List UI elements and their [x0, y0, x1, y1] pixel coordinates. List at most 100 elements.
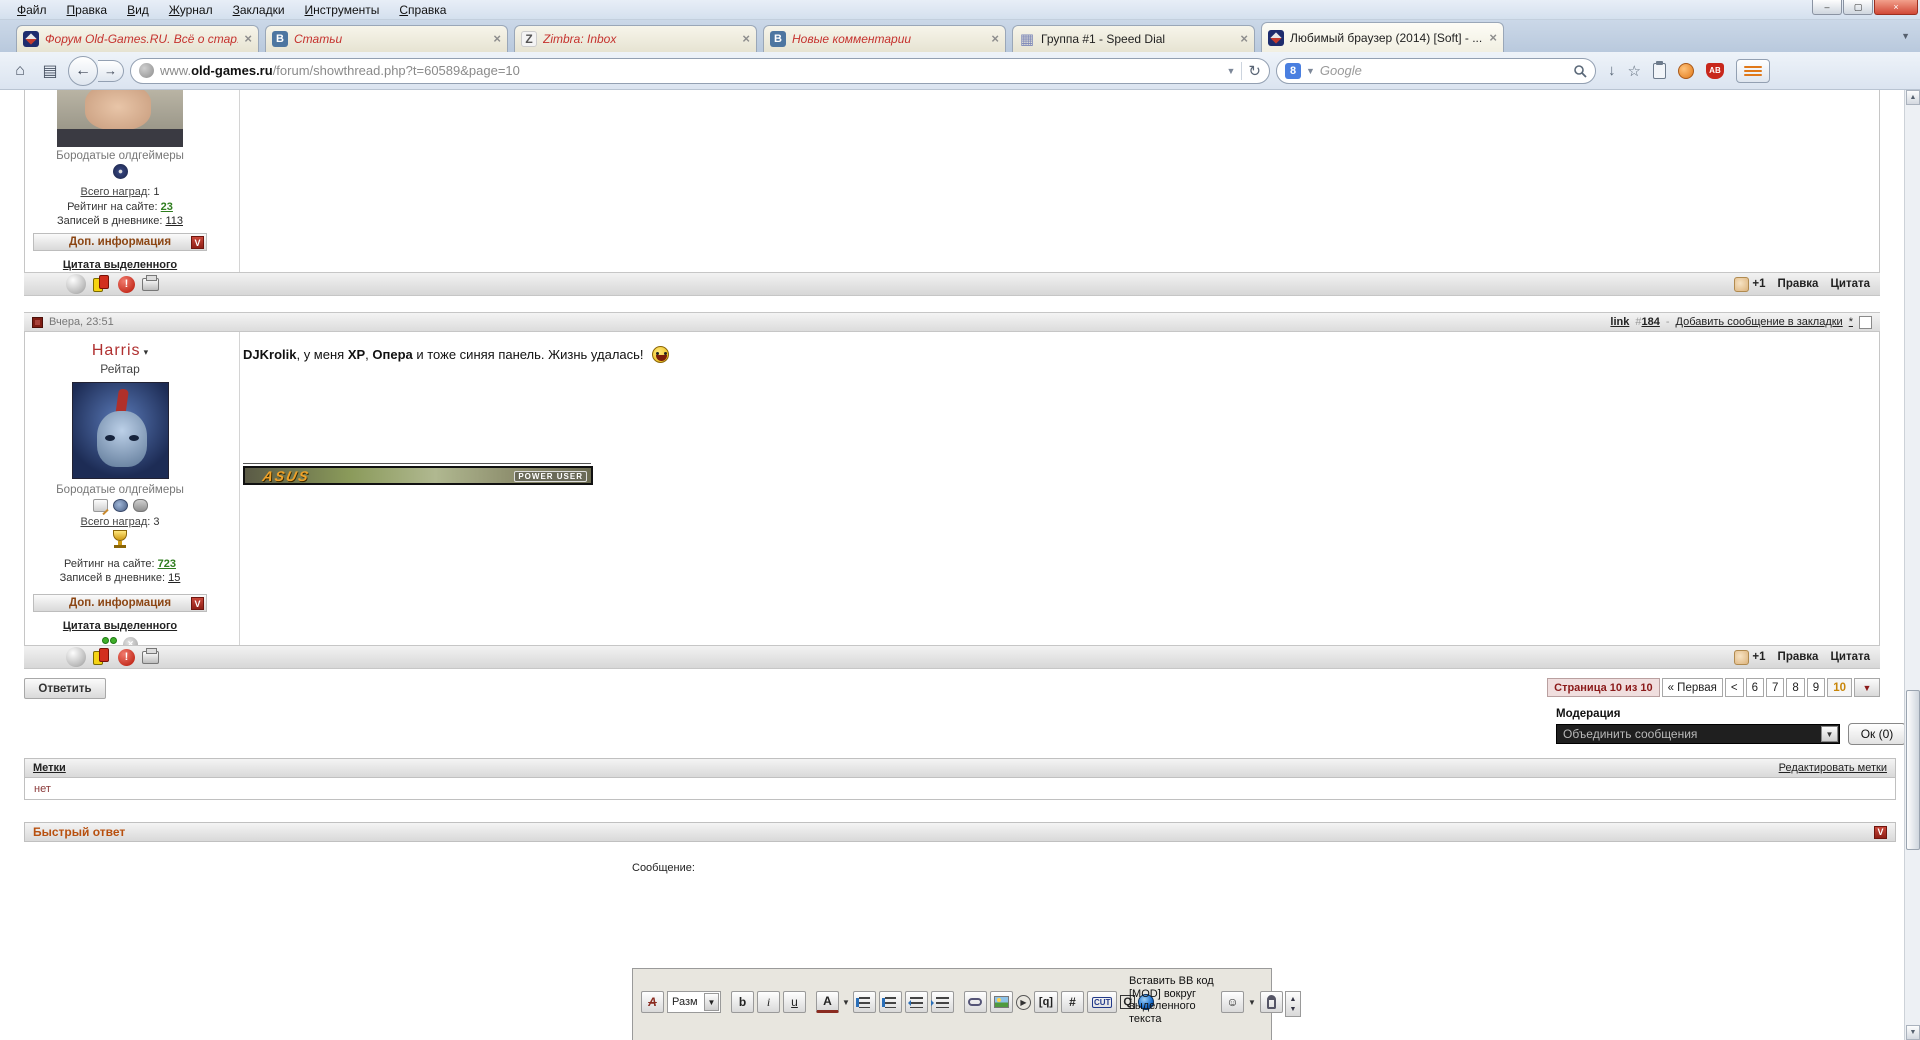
close-window-button[interactable]: ×	[1874, 0, 1918, 15]
indent-button[interactable]	[930, 991, 954, 1013]
clipboard-addon-icon[interactable]	[1652, 60, 1666, 79]
gamepad-icon[interactable]	[132, 499, 148, 512]
close-icon[interactable]: ×	[991, 32, 999, 45]
first-page-button[interactable]: « Первая	[1661, 678, 1723, 697]
collapse-icon[interactable]: V	[1874, 825, 1887, 839]
underline-button[interactable]: u	[783, 991, 806, 1013]
quote-bbcode-button[interactable]: [q]	[1033, 991, 1058, 1013]
username-link[interactable]: Harris	[92, 342, 141, 359]
awards-link[interactable]: Всего наград	[80, 186, 147, 198]
collapse-icon[interactable]: V	[191, 597, 204, 610]
italic-button[interactable]: i	[757, 991, 780, 1013]
quote-button[interactable]: Цитата	[1830, 278, 1870, 290]
moderation-ok-button[interactable]: Ок (0)	[1848, 723, 1904, 745]
close-icon[interactable]: ×	[244, 32, 252, 45]
list-all-tabs-icon[interactable]: ▼	[1901, 31, 1910, 41]
page-jump-dropdown[interactable]: ▼	[1854, 678, 1880, 697]
font-color-button[interactable]: A	[816, 991, 839, 1013]
avatar[interactable]	[71, 382, 169, 479]
cut-bbcode-button[interactable]: CUT	[1086, 991, 1118, 1013]
page-10-current[interactable]: 10	[1827, 678, 1852, 697]
menu-view[interactable]: Вид	[118, 1, 158, 19]
reply-button[interactable]: Ответить	[24, 678, 106, 699]
tags-title-link[interactable]: Метки	[33, 762, 66, 774]
plus-one-button[interactable]: +1	[1734, 649, 1766, 665]
post-link[interactable]: link	[1610, 316, 1629, 328]
tab-speed-dial[interactable]: ▦ Группа #1 - Speed Dial ×	[1012, 25, 1255, 52]
orange-addon-icon[interactable]	[1677, 62, 1694, 79]
page-8-button[interactable]: 8	[1786, 678, 1805, 697]
page-9-button[interactable]: 9	[1806, 678, 1826, 697]
page-7-button[interactable]: 7	[1765, 678, 1785, 697]
search-bar[interactable]: 8 ▼ Google	[1276, 57, 1596, 84]
insert-image-button[interactable]	[989, 991, 1013, 1013]
minimize-button[interactable]: –	[1812, 0, 1842, 15]
close-icon[interactable]: ×	[742, 32, 750, 45]
maximize-button[interactable]: ▢	[1843, 0, 1873, 15]
editor-resize-control[interactable]: ▲ ▼	[1285, 991, 1301, 1017]
tab-articles[interactable]: B Статьи ×	[265, 25, 508, 52]
code-bbcode-button[interactable]: #	[1060, 991, 1084, 1013]
edit-tags-link[interactable]: Редактировать метки	[1779, 762, 1887, 774]
tab-new-comments[interactable]: B Новые комментарии ×	[763, 25, 1006, 52]
downloads-icon[interactable]: ↓	[1608, 62, 1616, 79]
remove-format-button[interactable]: A	[641, 991, 664, 1013]
tab-favorite-browser-active[interactable]: Любимый браузер (2014) [Soft] - ... ×	[1261, 22, 1504, 52]
quote-selected-link[interactable]: Цитата выделенного	[63, 620, 177, 632]
quote-selected-link[interactable]: Цитата выделенного	[63, 259, 177, 271]
rating-link[interactable]: 723	[158, 558, 176, 570]
smilies-button[interactable]: ☺	[1221, 991, 1244, 1013]
bookmark-star-icon[interactable]: ☆	[1628, 62, 1641, 80]
bookmarks-sidebar-icon[interactable]: ▤	[38, 59, 62, 83]
resize-up-icon[interactable]: ▲	[1290, 996, 1297, 1003]
close-icon[interactable]: ×	[1240, 32, 1248, 45]
ip-icon[interactable]	[142, 274, 159, 291]
menu-help[interactable]: Справка	[390, 1, 455, 19]
url-dropdown-icon[interactable]: ▼	[1227, 66, 1236, 76]
menu-tools[interactable]: Инструменты	[296, 1, 389, 19]
report-icon[interactable]: !	[118, 275, 135, 293]
trophy-icon[interactable]	[112, 530, 128, 550]
app-menu-button[interactable]	[1735, 58, 1770, 83]
collapse-icon[interactable]: V	[191, 236, 204, 249]
google-engine-icon[interactable]: 8	[1285, 62, 1301, 79]
page-scrollbar[interactable]: ▲ ▼	[1904, 90, 1920, 1040]
menu-history[interactable]: Журнал	[160, 1, 222, 19]
asus-signature-banner[interactable]: ASUS POWER USER	[243, 466, 593, 485]
rating-link[interactable]: 23	[161, 201, 173, 213]
bold-button[interactable]: b	[731, 991, 754, 1013]
avatar[interactable]	[57, 90, 183, 147]
edit-button[interactable]: Правка	[1778, 278, 1819, 290]
tab-forum-oldgames[interactable]: Форум Old-Games.RU. Всё о стар... ×	[16, 25, 259, 52]
quote-button[interactable]: Цитата	[1830, 651, 1870, 663]
scrollbar-thumb[interactable]	[1906, 690, 1920, 850]
ip-icon[interactable]	[142, 647, 159, 664]
warning-cards-icon[interactable]	[93, 275, 111, 293]
star-link[interactable]: *	[1849, 316, 1853, 328]
plus-one-button[interactable]: +1	[1734, 276, 1766, 292]
smilies-dropdown-icon[interactable]: ▼	[1248, 998, 1256, 1007]
post-number[interactable]: #184	[1635, 316, 1659, 328]
edit-button[interactable]: Правка	[1778, 651, 1819, 663]
forward-button[interactable]: →	[98, 59, 124, 82]
search-placeholder[interactable]: Google	[1320, 63, 1568, 78]
outdent-button[interactable]	[904, 991, 928, 1013]
page-6-button[interactable]: 6	[1745, 678, 1764, 697]
insert-link-button[interactable]	[963, 991, 987, 1013]
tab-zimbra-inbox[interactable]: Z Zimbra: Inbox ×	[514, 25, 757, 52]
engine-dropdown-icon[interactable]: ▼	[1306, 66, 1315, 76]
blog-link[interactable]: 15	[168, 572, 180, 584]
chevron-down-icon[interactable]: ▼	[1821, 726, 1838, 742]
camera-icon[interactable]	[112, 499, 128, 512]
adblock-icon[interactable]: AB	[1705, 62, 1724, 79]
warning-cards-icon[interactable]	[93, 648, 111, 666]
extra-info-header[interactable]: Доп. информация V	[33, 233, 207, 251]
url-text[interactable]: www.old-games.ru/forum/showthread.php?t=…	[160, 63, 1221, 78]
awards-link[interactable]: Всего наград	[80, 516, 147, 528]
scroll-down-icon[interactable]: ▼	[1906, 1025, 1920, 1040]
back-button[interactable]: ←	[68, 55, 98, 86]
site-identity-icon[interactable]	[139, 63, 154, 78]
close-icon[interactable]: ×	[493, 32, 501, 45]
close-icon[interactable]: ×	[1489, 31, 1497, 44]
bookmark-post-link[interactable]: Добавить сообщение в закладки	[1676, 316, 1843, 328]
